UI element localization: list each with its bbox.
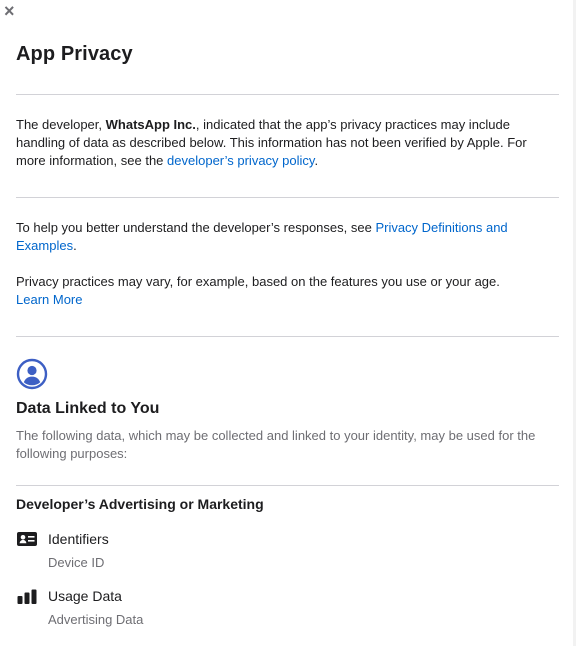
section-title: Data Linked to You bbox=[16, 400, 160, 417]
section-description: The following data, which may be collect… bbox=[16, 428, 536, 461]
category-identifiers: Identifiers bbox=[48, 531, 109, 547]
category-identifiers-detail: Device ID bbox=[48, 555, 105, 570]
practices-vary-text: Privacy practices may vary, for example,… bbox=[16, 274, 500, 307]
divider bbox=[16, 485, 559, 486]
developer-intro-text: The developer, WhatsApp Inc., indicated … bbox=[16, 117, 527, 168]
category-usage-data: Usage Data bbox=[48, 588, 122, 604]
help-text: To help you better understand the develo… bbox=[16, 220, 508, 253]
close-button[interactable]: × bbox=[4, 2, 18, 20]
learn-more-link[interactable]: Learn More bbox=[16, 292, 82, 307]
page-title: App Privacy bbox=[16, 43, 133, 65]
developer-privacy-policy-link[interactable]: developer’s privacy policy bbox=[167, 153, 314, 168]
app-privacy-modal: × App Privacy The developer, WhatsApp In… bbox=[0, 0, 576, 646]
divider bbox=[16, 336, 559, 337]
person-circle-icon bbox=[16, 358, 48, 390]
close-icon: × bbox=[4, 1, 15, 21]
bar-chart-icon bbox=[17, 589, 37, 604]
category-usage-data-detail: Advertising Data bbox=[48, 612, 144, 627]
developer-name: WhatsApp Inc. bbox=[105, 117, 196, 132]
divider bbox=[16, 197, 559, 198]
purpose-title: Developer’s Advertising or Marketing bbox=[16, 496, 264, 512]
id-card-icon bbox=[17, 532, 37, 546]
divider bbox=[16, 94, 559, 95]
